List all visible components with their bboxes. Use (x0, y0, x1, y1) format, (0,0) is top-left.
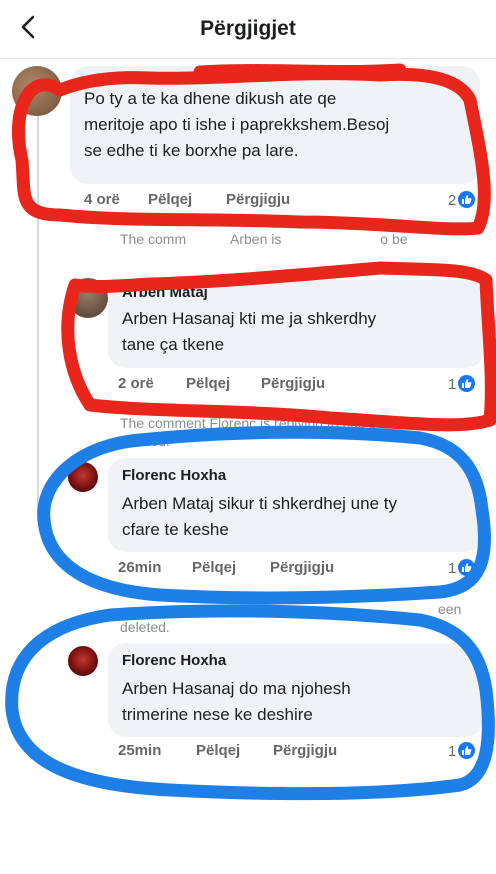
annotation-overlay (5, 63, 496, 801)
blue-scribble-2 (5, 604, 495, 801)
red-scribble-1 (12, 67, 491, 236)
blue-scribble-1 (37, 425, 492, 605)
red-scribble-3 (61, 261, 496, 432)
red-scribble-2 (193, 63, 407, 79)
